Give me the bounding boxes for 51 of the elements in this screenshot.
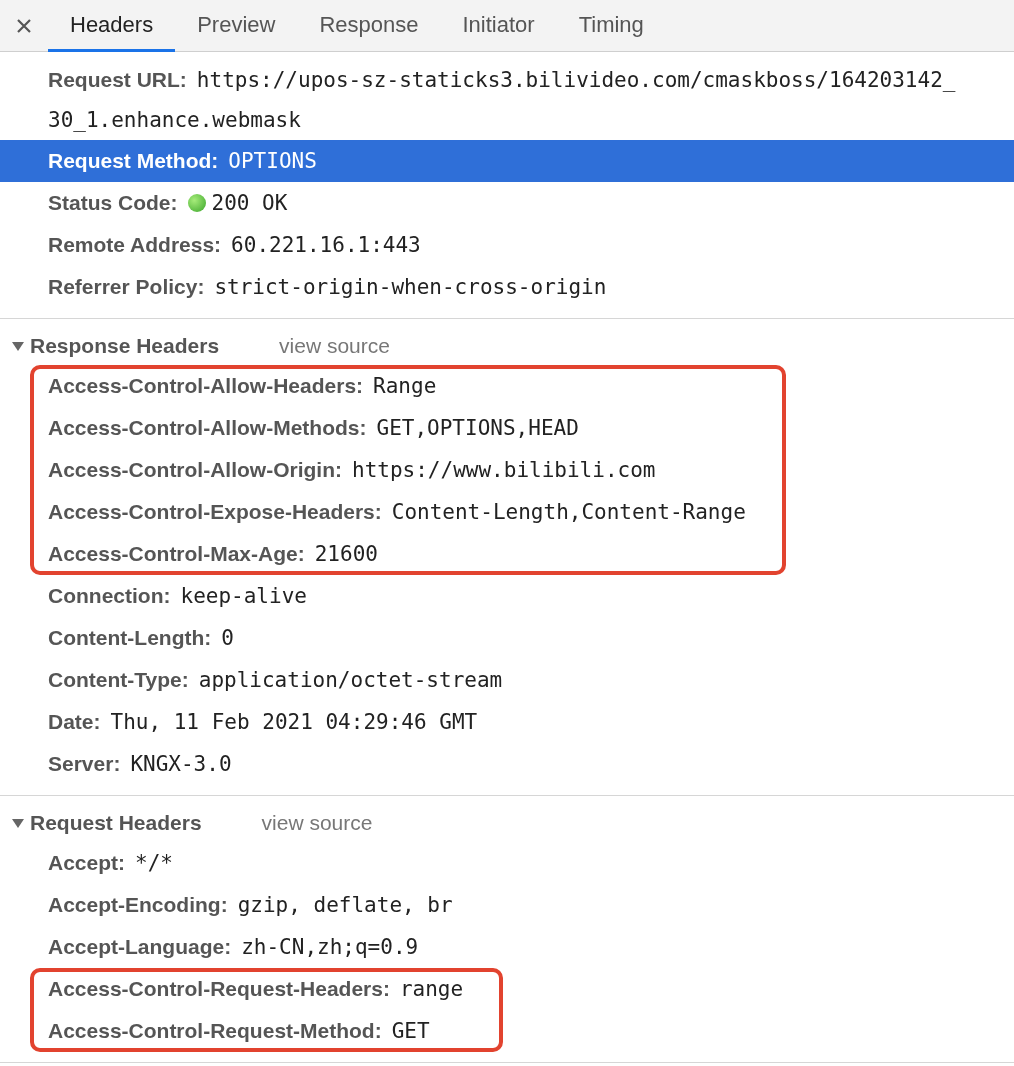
tab[interactable]: Timing — [556, 0, 666, 52]
header-value: 60.221.16.1:443 — [231, 233, 421, 257]
view-source-link[interactable]: view source — [261, 811, 373, 835]
section-title[interactable]: Response Headers — [30, 334, 220, 358]
triangle-icon[interactable] — [12, 340, 24, 352]
header-line: Request URL: https://upos-sz-staticks3.bilivideo.com/cmaskboss/164203142_30_1.enhance.webmask — [48, 67, 957, 134]
header-value: GET,OPTIONS,HEAD — [376, 416, 579, 440]
tab[interactable]: Headers — [48, 0, 176, 52]
header-name: Remote Address: — [48, 233, 222, 257]
header-name: Access-Control-Allow-Origin: — [48, 458, 342, 482]
header-value: Thu, 11 Feb 2021 04:29:46 GMT — [110, 710, 478, 734]
tab[interactable]: Response — [297, 0, 441, 52]
section-title[interactable]: Request Headers — [30, 811, 202, 835]
header-value: Content-Length,Content-Range — [391, 500, 746, 524]
header-value: 200 OK — [211, 191, 288, 215]
header-name: Access-Control-Expose-Headers: — [48, 500, 382, 524]
header-value: keep-alive — [180, 584, 307, 608]
header-name: Access-Control-Request-Headers: — [48, 977, 390, 1001]
header-name: Referrer Policy: — [48, 275, 205, 299]
header-value: 0 — [221, 626, 234, 650]
header-value: range — [399, 977, 464, 1001]
header-name: Connection: — [48, 584, 171, 608]
close-icon[interactable] — [16, 17, 32, 34]
header-value: OPTIONS — [228, 149, 317, 173]
header-name: Status Code: — [48, 191, 178, 215]
header-name: Accept: — [48, 851, 126, 875]
header-name: Access-Control-Allow-Methods: — [48, 416, 367, 440]
view-source-link[interactable]: view source — [279, 334, 390, 358]
header-name: Access-Control-Allow-Headers: — [48, 374, 364, 398]
tab[interactable]: Preview — [175, 0, 298, 52]
header-value: strict-origin-when-cross-origin — [214, 275, 607, 299]
header-value: Range — [373, 374, 437, 398]
header-value: gzip, deflate, br — [237, 893, 453, 917]
header-value: application/octet-stream — [198, 668, 503, 692]
header-name: Request Method: — [48, 149, 219, 173]
header-value: zh-CN,zh;q=0.9 — [241, 935, 419, 959]
header-name: Content-Type: — [48, 668, 189, 692]
header-value: KNGX-3.0 — [130, 752, 232, 776]
header-name: Access-Control-Request-Method: — [48, 1019, 382, 1043]
header-name: Date: — [48, 710, 101, 734]
header-value: GET — [391, 1019, 430, 1043]
tab[interactable]: Initiator — [440, 0, 557, 52]
header-value: https://www.bilibili.com — [352, 458, 656, 482]
header-value: */* — [135, 851, 173, 875]
header-name: Access-Control-Max-Age: — [48, 542, 305, 566]
header-value: 21600 — [314, 542, 378, 566]
header-name: Accept-Encoding: — [48, 893, 228, 917]
header-name: Accept-Language: — [48, 935, 232, 959]
triangle-icon[interactable] — [12, 817, 24, 829]
header-name: Server: — [48, 752, 121, 776]
header-name: Content-Length: — [48, 626, 212, 650]
